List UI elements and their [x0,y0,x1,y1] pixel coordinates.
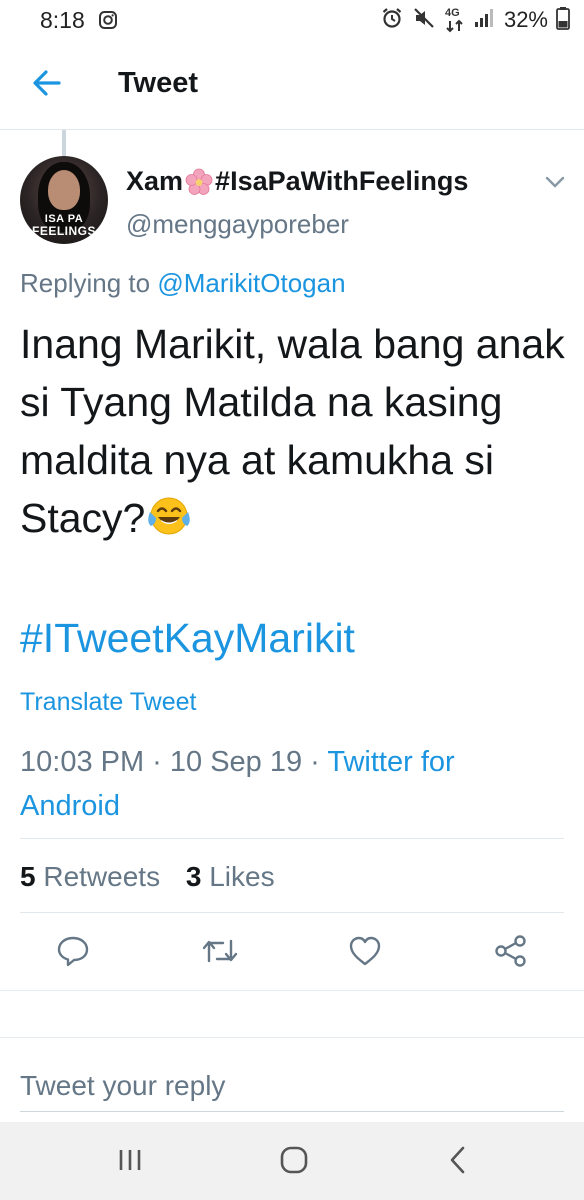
app-header: Tweet [0,40,584,130]
recent-apps-button[interactable] [110,1142,150,1182]
likes-stat[interactable]: 3 Likes [186,861,275,893]
chevron-left-icon [447,1145,469,1180]
retweets-stat[interactable]: 5 Retweets [20,861,160,893]
avatar[interactable]: ISA PA FEELINGS [20,156,108,244]
translate-tweet-link[interactable]: Translate Tweet [20,688,196,717]
replying-handle-link[interactable]: @MarikitOtogan [157,268,345,298]
display-name-suffix: #IsaPaWithFeelings [215,166,469,196]
battery-icon [556,6,570,35]
likes-count: 3 [185,861,202,892]
retweet-icon [201,936,239,971]
android-nav-bar [0,1122,584,1200]
home-icon [279,1145,309,1180]
system-back-button[interactable] [438,1142,478,1182]
page-title: Tweet [118,67,199,99]
hashtag-link[interactable]: #ITweetKayMarikit [20,612,355,664]
share-icon [494,934,528,973]
reply-icon [56,935,90,972]
likes-label: Likes [209,861,275,892]
retweets-label: Retweets [43,861,161,892]
replying-prefix: Replying to [20,268,151,298]
divider [20,838,564,839]
section-separator [0,990,584,1038]
share-button[interactable] [488,930,534,976]
network-label: 4G [444,7,460,19]
instagram-icon [98,10,118,30]
back-button[interactable] [26,64,68,106]
reply-button[interactable] [50,930,96,976]
more-options-button[interactable] [540,170,570,194]
avatar-logo-line2: FEELINGS [31,224,96,238]
display-name-prefix: Xam [126,166,184,196]
retweet-button[interactable] [197,930,243,976]
battery-percent: 32% [503,7,548,32]
network-4g-icon: 4G [444,7,466,33]
signal-icon [474,8,496,33]
status-bar: 8:18 4G 32% [0,0,584,40]
cherry-blossom-icon [185,168,213,196]
thread-connector [62,130,66,156]
mute-icon [412,6,436,35]
tweet-stats: 5 Retweets 3 Likes [20,861,293,893]
display-name[interactable]: Xam #IsaPaWithFeelings [126,166,468,197]
tweet-body: Inang Marikit, wala bang anak si Tyang M… [20,321,565,541]
username[interactable]: @menggayporeber [126,209,349,240]
arrow-left-icon [32,69,62,102]
avatar-face [48,170,80,210]
recent-apps-icon [117,1148,143,1177]
tweet-timestamp: 10:03 PM · 10 Sep 19 · [20,746,328,778]
status-time: 8:18 [40,7,85,33]
tweet-text: Inang Marikit, wala bang anak si Tyang M… [20,315,568,547]
home-button[interactable] [274,1142,314,1182]
replying-to: Replying to @MarikitOtogan [20,268,346,299]
divider [20,912,564,913]
heart-icon [348,935,382,972]
alarm-icon [380,6,404,35]
tweet-meta: 10:03 PM · 10 Sep 19 · Twitter for Andro… [20,740,540,828]
tears-of-joy-emoji-icon [147,494,191,538]
reply-input[interactable] [20,1060,564,1112]
tweet-actions [0,930,584,976]
status-icons: 4G 32% [380,6,570,34]
like-button[interactable] [342,930,388,976]
chevron-down-icon [540,176,570,198]
retweets-count: 5 [20,861,36,892]
